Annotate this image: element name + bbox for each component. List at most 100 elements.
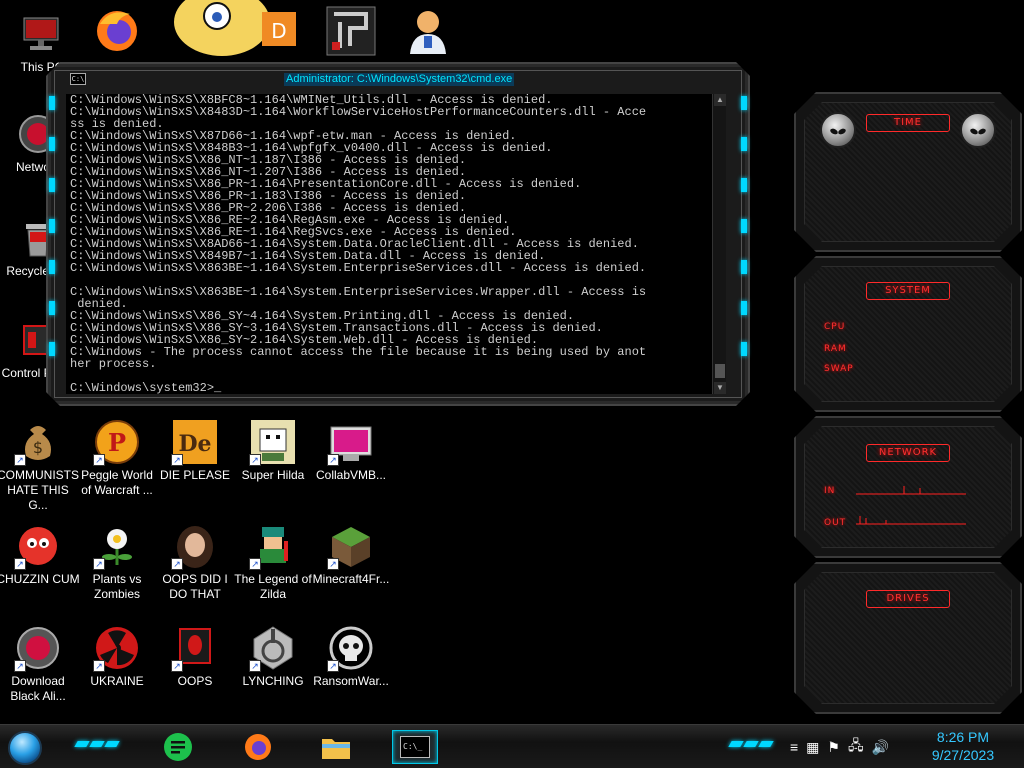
desktop-icon[interactable]: $ ↗ COMMUNISTS HATE THIS G... (0, 418, 80, 513)
shortcut-arrow-icon: ↗ (171, 454, 183, 466)
taskbar-lights-right (728, 741, 774, 747)
shortcut-arrow-icon: ↗ (249, 454, 261, 466)
network-gadget[interactable]: NETWORK IN OUT (794, 416, 1022, 558)
skull-icon: ↗ (327, 624, 375, 672)
console-app-icon: C:\ (71, 75, 85, 83)
desktop-icon[interactable]: ↗ OOPS (153, 624, 237, 689)
show-hidden-icons-icon[interactable]: ≡ (790, 739, 798, 755)
time-gadget[interactable]: TIME (794, 92, 1022, 252)
desktop-icon[interactable]: ↗ CHUZZIN CUM (0, 522, 80, 587)
desktop-icon-label: LYNCHING (242, 674, 304, 688)
console-scrollbar[interactable]: ▲ ▼ (712, 94, 726, 394)
shortcut-arrow-icon: ↗ (14, 558, 26, 570)
desktop-icon-label: CHUZZIN CUM (0, 572, 80, 586)
svg-text:P: P (108, 428, 126, 457)
network-out-label: OUT (824, 518, 847, 528)
desktop-icon-label: CollabVMB... (315, 468, 387, 482)
network-graph (856, 478, 966, 530)
shortcut-arrow-icon: ↗ (93, 660, 105, 672)
desktop-icon[interactable]: ↗ RansomWar... (309, 624, 393, 689)
taskbar-lights-left (74, 741, 120, 747)
start-button[interactable] (8, 731, 42, 765)
desktop-icon[interactable]: ↗ Download Black Ali... (0, 624, 80, 704)
nvidia-icon[interactable]: ▦ (806, 739, 819, 756)
drives-gadget[interactable]: DRIVES (794, 562, 1022, 714)
console-titlebar[interactable]: C:\ Administrator: C:\Windows\System32\c… (70, 72, 726, 86)
desktop-icon[interactable]: P ↗ Peggle World of Warcraft ... (75, 418, 159, 498)
alien-orb-icon: ↗ (14, 624, 62, 672)
desktop-icon-label: Super Hilda (241, 468, 305, 482)
desktop-icon-label: Minecraft4Fr... (312, 572, 390, 586)
scroll-up-arrow-icon[interactable]: ▲ (714, 94, 726, 106)
plants-vs-zombies-icon: ↗ (93, 522, 141, 570)
taskbar-console-button[interactable]: C:\_ (392, 730, 438, 764)
drives-gadget-title: DRIVES (866, 590, 950, 608)
alien-head-icon (820, 112, 856, 148)
swap-label: SWAP (824, 364, 854, 374)
console-window-title: Administrator: C:\Windows\System32\cmd.e… (286, 72, 513, 85)
firefox-desktop-icon[interactable] (90, 4, 146, 60)
desktop-icon[interactable]: De ↗ DIE PLEASE (153, 418, 237, 483)
firefox-icon (97, 11, 137, 51)
radiation-icon: ↗ (93, 624, 141, 672)
desktop-icon[interactable]: ↗ Plants vs Zombies (75, 522, 159, 602)
clock-time: 8:26 PM (936, 729, 990, 745)
taskbar-notes-app-button[interactable] (158, 730, 198, 764)
desktop-icon[interactable]: ↗ LYNCHING (231, 624, 315, 689)
console-right-lights (740, 96, 748, 356)
desktop-icon[interactable]: ↗ Minecraft4Fr... (309, 522, 393, 587)
desktop-icon[interactable]: ↗ Super Hilda (231, 418, 315, 483)
lynching-icon: ↗ (249, 624, 297, 672)
money-bag-icon: $ ↗ (14, 418, 62, 466)
desktop-icon[interactable]: ↗ The Legend of Zilda (231, 522, 315, 602)
computer-icon (18, 10, 66, 58)
desktop-icon[interactable]: ↗ OOPS DID I DO THAT (153, 522, 237, 602)
desktop-icon-label: RansomWar... (313, 674, 389, 688)
alienware-icon: ↗ (171, 624, 219, 672)
taskbar-firefox-button[interactable] (238, 730, 278, 764)
system-tray: ≡ ▦ ⚑ 🖧 🔊 (790, 735, 889, 759)
doctor-user-icon[interactable] (402, 4, 458, 60)
desktop-icon[interactable]: ↗ UKRAINE (75, 624, 159, 689)
taskbar-clock[interactable]: 8:26 PM 9/27/2023 (918, 728, 1008, 764)
hilda-picture-icon[interactable]: D (162, 0, 300, 58)
svg-text:$: $ (33, 438, 43, 457)
desktop-icon-label: DIE PLEASE (159, 468, 231, 482)
taskbar-explorer-button[interactable] (316, 730, 356, 764)
desktop-icon-label: Plants vs Zombies (92, 572, 142, 601)
collabvm-icon: ↗ (327, 418, 375, 466)
chuzzle-icon: ↗ (14, 522, 62, 570)
shortcut-arrow-icon: ↗ (171, 660, 183, 672)
desktop-icon-label: Download Black Ali... (10, 674, 66, 703)
system-gadget[interactable]: SYSTEM CPU RAM SWAP (794, 256, 1022, 412)
volume-icon[interactable]: 🔊 (872, 739, 889, 756)
maze-app-icon[interactable] (326, 6, 376, 56)
cpu-label: CPU (824, 322, 846, 332)
notes-app-icon (164, 733, 192, 761)
shortcut-arrow-icon: ↗ (14, 454, 26, 466)
firefox-icon (245, 734, 271, 760)
svg-text:D: D (271, 19, 286, 43)
svg-text:De: De (178, 431, 211, 457)
flag-icon[interactable]: ⚑ (827, 739, 840, 756)
scroll-down-arrow-icon[interactable]: ▼ (714, 382, 726, 394)
alien-head-icon (960, 112, 996, 148)
shortcut-arrow-icon: ↗ (93, 558, 105, 570)
network-tray-icon[interactable]: 🖧 (848, 735, 864, 759)
shortcut-arrow-icon: ↗ (327, 454, 339, 466)
clock-date: 9/27/2023 (931, 747, 995, 763)
minecraft-icon: ↗ (327, 522, 375, 570)
die-icon: De ↗ (171, 418, 219, 466)
ram-label: RAM (824, 344, 847, 354)
super-hilda-icon: ↗ (249, 418, 297, 466)
shortcut-arrow-icon: ↗ (93, 454, 105, 466)
console-client-area[interactable]: C:\Windows\WinSxS\X8BFC8~1.164\WMINet_Ut… (66, 94, 726, 394)
scroll-thumb[interactable] (715, 364, 725, 378)
shortcut-arrow-icon: ↗ (249, 660, 261, 672)
desktop-icon[interactable]: ↗ CollabVMB... (309, 418, 393, 483)
taskbar: C:\_ ≡ ▦ ⚑ 🖧 🔊 8:26 PM 9/27/2023 (0, 724, 1024, 768)
desktop-icon-label: OOPS (177, 674, 213, 688)
network-in-label: IN (824, 486, 836, 496)
shortcut-arrow-icon: ↗ (14, 660, 26, 672)
console-output[interactable]: C:\Windows\WinSxS\X8BFC8~1.164\WMINet_Ut… (66, 94, 712, 394)
